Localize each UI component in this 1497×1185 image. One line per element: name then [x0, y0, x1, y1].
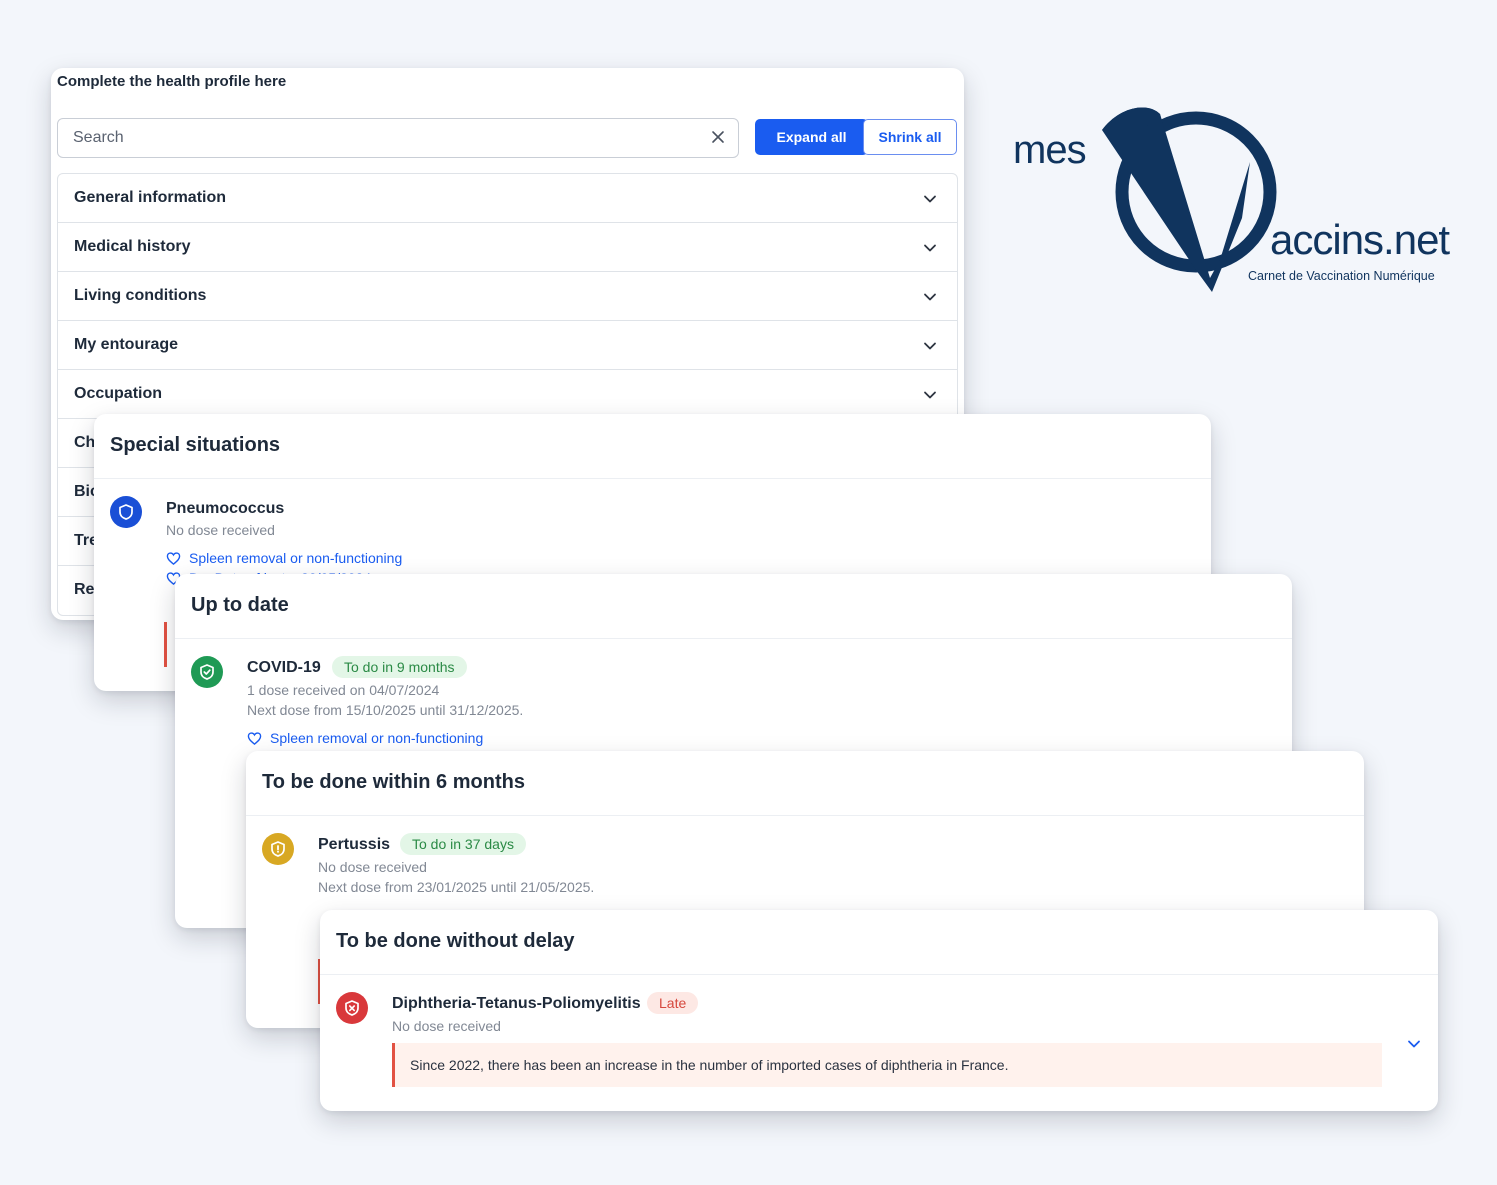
heart-icon: [247, 731, 262, 745]
condition-link-label: Spleen removal or non-functioning: [270, 730, 484, 746]
status-badge: To do in 37 days: [400, 833, 526, 855]
chevron-down-icon: [924, 195, 936, 203]
alert-bar: [164, 622, 167, 667]
next-dose: Next dose from 15/10/2025 until 31/12/20…: [247, 702, 524, 718]
accordion-item-living-conditions[interactable]: Living conditions: [58, 272, 957, 321]
accordion-item-general-information[interactable]: General information: [58, 174, 957, 223]
status-badge: To do in 9 months: [332, 656, 467, 678]
logo-text-mes: mes: [1013, 128, 1087, 172]
info-callout: Since 2022, there has been an increase i…: [392, 1043, 1382, 1087]
accordion-item-medical-history[interactable]: Medical history: [58, 223, 957, 272]
logo-subtitle: Carnet de Vaccination Numérique: [1248, 269, 1435, 283]
chevron-down-icon[interactable]: [1407, 1037, 1421, 1051]
accordion-item-my-entourage[interactable]: My entourage: [58, 321, 957, 370]
shield-x-icon: [336, 992, 368, 1024]
card-title: Up to date: [191, 594, 289, 616]
shrink-all-button[interactable]: Shrink all: [863, 119, 957, 155]
dose-status: 1 dose received on 04/07/2024: [247, 682, 440, 698]
chevron-down-icon: [924, 293, 936, 301]
next-dose: Next dose from 23/01/2025 until 21/05/20…: [318, 879, 595, 895]
card-title: To be done within 6 months: [262, 771, 525, 793]
v-logo-icon: [1102, 107, 1277, 292]
condition-link-label: Spleen removal or non-functioning: [189, 550, 403, 566]
dose-status: No dose received: [392, 1018, 501, 1034]
accordion-item-label: General information: [74, 189, 227, 206]
condition-link[interactable]: Spleen removal or non-functioning: [166, 550, 402, 566]
accordion-item-label: Re: [74, 581, 95, 598]
shield-warning-icon: [262, 833, 294, 865]
dose-status: No dose received: [166, 522, 275, 538]
mesvaccins-logo: mes accins.net Carnet de Vaccination Num…: [1010, 100, 1470, 300]
heart-icon: [166, 551, 181, 565]
chevron-down-icon: [924, 342, 936, 350]
expand-all-button[interactable]: Expand all: [755, 119, 868, 155]
profile-title: Complete the health profile here: [57, 73, 287, 90]
card-header: Special situations: [94, 414, 1211, 479]
card-header: To be done within 6 months: [246, 751, 1364, 816]
status-badge: Late: [647, 992, 699, 1014]
callout-text: Since 2022, there has been an increase i…: [410, 1057, 1009, 1073]
card-header: Up to date: [175, 574, 1292, 639]
shield-icon: [110, 496, 142, 528]
condition-link[interactable]: Spleen removal or non-functioning: [247, 730, 483, 746]
accordion-item-label: Living conditions: [74, 287, 207, 304]
chevron-down-icon: [924, 391, 936, 399]
vaccine-name: Diphtheria-Tetanus-Poliomyelitis: [392, 995, 641, 1012]
vaccine-name: COVID-19: [247, 659, 321, 676]
accordion-item-label: Medical history: [74, 238, 191, 255]
card-title: To be done without delay: [336, 930, 575, 952]
clear-icon[interactable]: [710, 129, 726, 145]
search-box: [57, 118, 739, 158]
accordion-item-label: My entourage: [74, 336, 179, 353]
accordion-item-label: Occupation: [74, 385, 163, 402]
logo-text-accins: accins.net: [1270, 216, 1450, 263]
dose-status: No dose received: [318, 859, 427, 875]
chevron-down-icon: [924, 244, 936, 252]
vaccine-name: Pneumococcus: [166, 500, 285, 517]
shield-check-icon: [191, 656, 223, 688]
card-header: To be done without delay: [320, 910, 1438, 975]
card-title: Special situations: [110, 434, 281, 456]
accordion-item-label: Ch: [74, 434, 96, 451]
without-delay-card: To be done without delay Diphtheria-Teta…: [320, 910, 1438, 1111]
accordion-item-occupation[interactable]: Occupation: [58, 370, 957, 419]
vaccine-name: Pertussis: [318, 836, 391, 853]
search-input[interactable]: [71, 128, 675, 148]
